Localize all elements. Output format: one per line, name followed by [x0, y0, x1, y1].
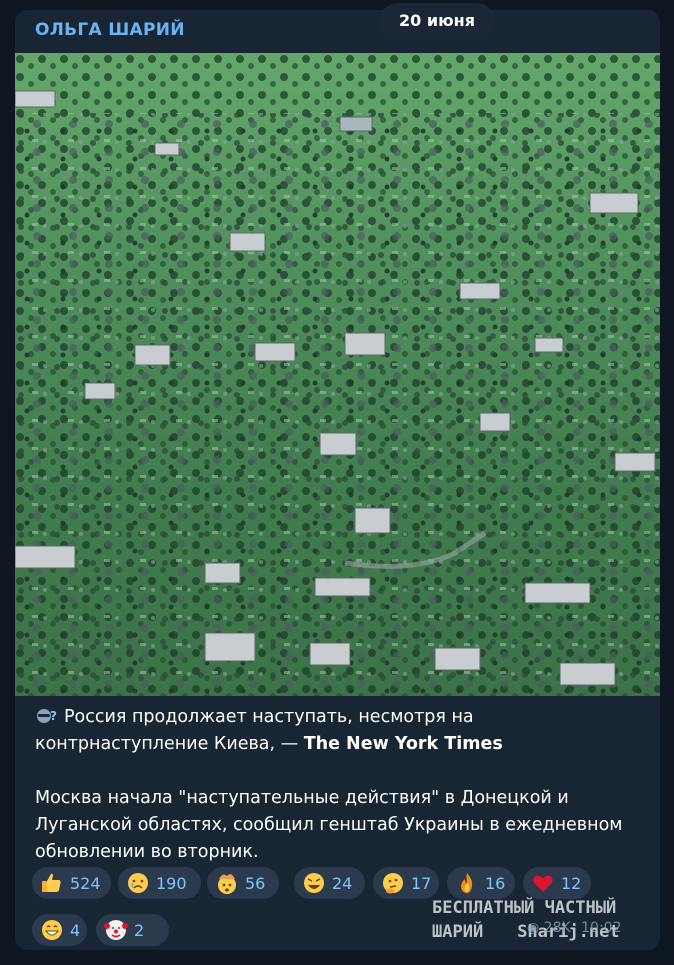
channel-name[interactable]: ОЛЬГА ШАРИЙ — [35, 20, 185, 40]
post-body: Москва начала "наступательные действия" … — [35, 788, 623, 862]
watermark-line-2: ШАРИЙ — [432, 922, 484, 942]
reaction-count: 24 — [332, 873, 353, 893]
reaction-exploding-head[interactable]: 56 — [207, 867, 279, 899]
reaction-count: 2 — [134, 920, 145, 940]
reaction-count: 524 — [70, 873, 101, 893]
clown-face-icon — [104, 920, 128, 940]
reaction-rofl[interactable]: 24 — [294, 867, 365, 899]
reaction-count: 4 — [70, 920, 81, 940]
reaction-heart[interactable]: 12 — [523, 867, 591, 899]
reaction-count: 16 — [485, 873, 506, 893]
post-text: ? Россия продолжает наступать, несмотря … — [35, 704, 645, 866]
red-heart-icon — [533, 875, 553, 892]
post-time: 10:02 — [581, 920, 622, 936]
exploding-head-icon — [218, 874, 236, 894]
view-count: 28K — [543, 920, 571, 936]
reaction-count: 12 — [561, 873, 582, 893]
watermark-line-1: БЕСПЛАТНЫЙ ЧАСТНЫЙ — [432, 898, 617, 918]
rofl-face-icon — [304, 873, 324, 893]
reaction-count: 190 — [156, 873, 187, 893]
crying-face-icon — [128, 873, 148, 893]
post-photo[interactable] — [15, 53, 660, 696]
post-meta: ◉ 28K 10:02 — [527, 920, 621, 936]
fire-icon — [461, 873, 473, 893]
reaction-count: 17 — [411, 873, 432, 893]
anonymous-spy-icon: ? — [37, 709, 57, 723]
thinking-face-icon — [383, 873, 403, 894]
reaction-thumbs-up[interactable]: 524 — [32, 867, 111, 899]
reaction-count: 56 — [245, 873, 266, 893]
reaction-grinning[interactable]: 4 — [32, 914, 87, 946]
reaction-clown[interactable]: 2 — [96, 914, 169, 946]
date-separator: 20 июня — [380, 3, 494, 37]
eye-icon: ◉ — [527, 920, 540, 936]
reaction-thinking[interactable]: 17 — [373, 867, 439, 899]
grinning-face-icon — [42, 920, 62, 940]
reaction-crying[interactable]: 190 — [118, 867, 201, 899]
thumbs-up-icon — [42, 873, 61, 892]
channel-post: ОЛЬГА ШАРИЙ ? Россия продолжает наступат… — [15, 10, 660, 950]
source-link[interactable]: The New York Times — [304, 734, 503, 754]
svg-text:?: ? — [50, 709, 57, 723]
reaction-fire[interactable]: 16 — [447, 867, 515, 899]
